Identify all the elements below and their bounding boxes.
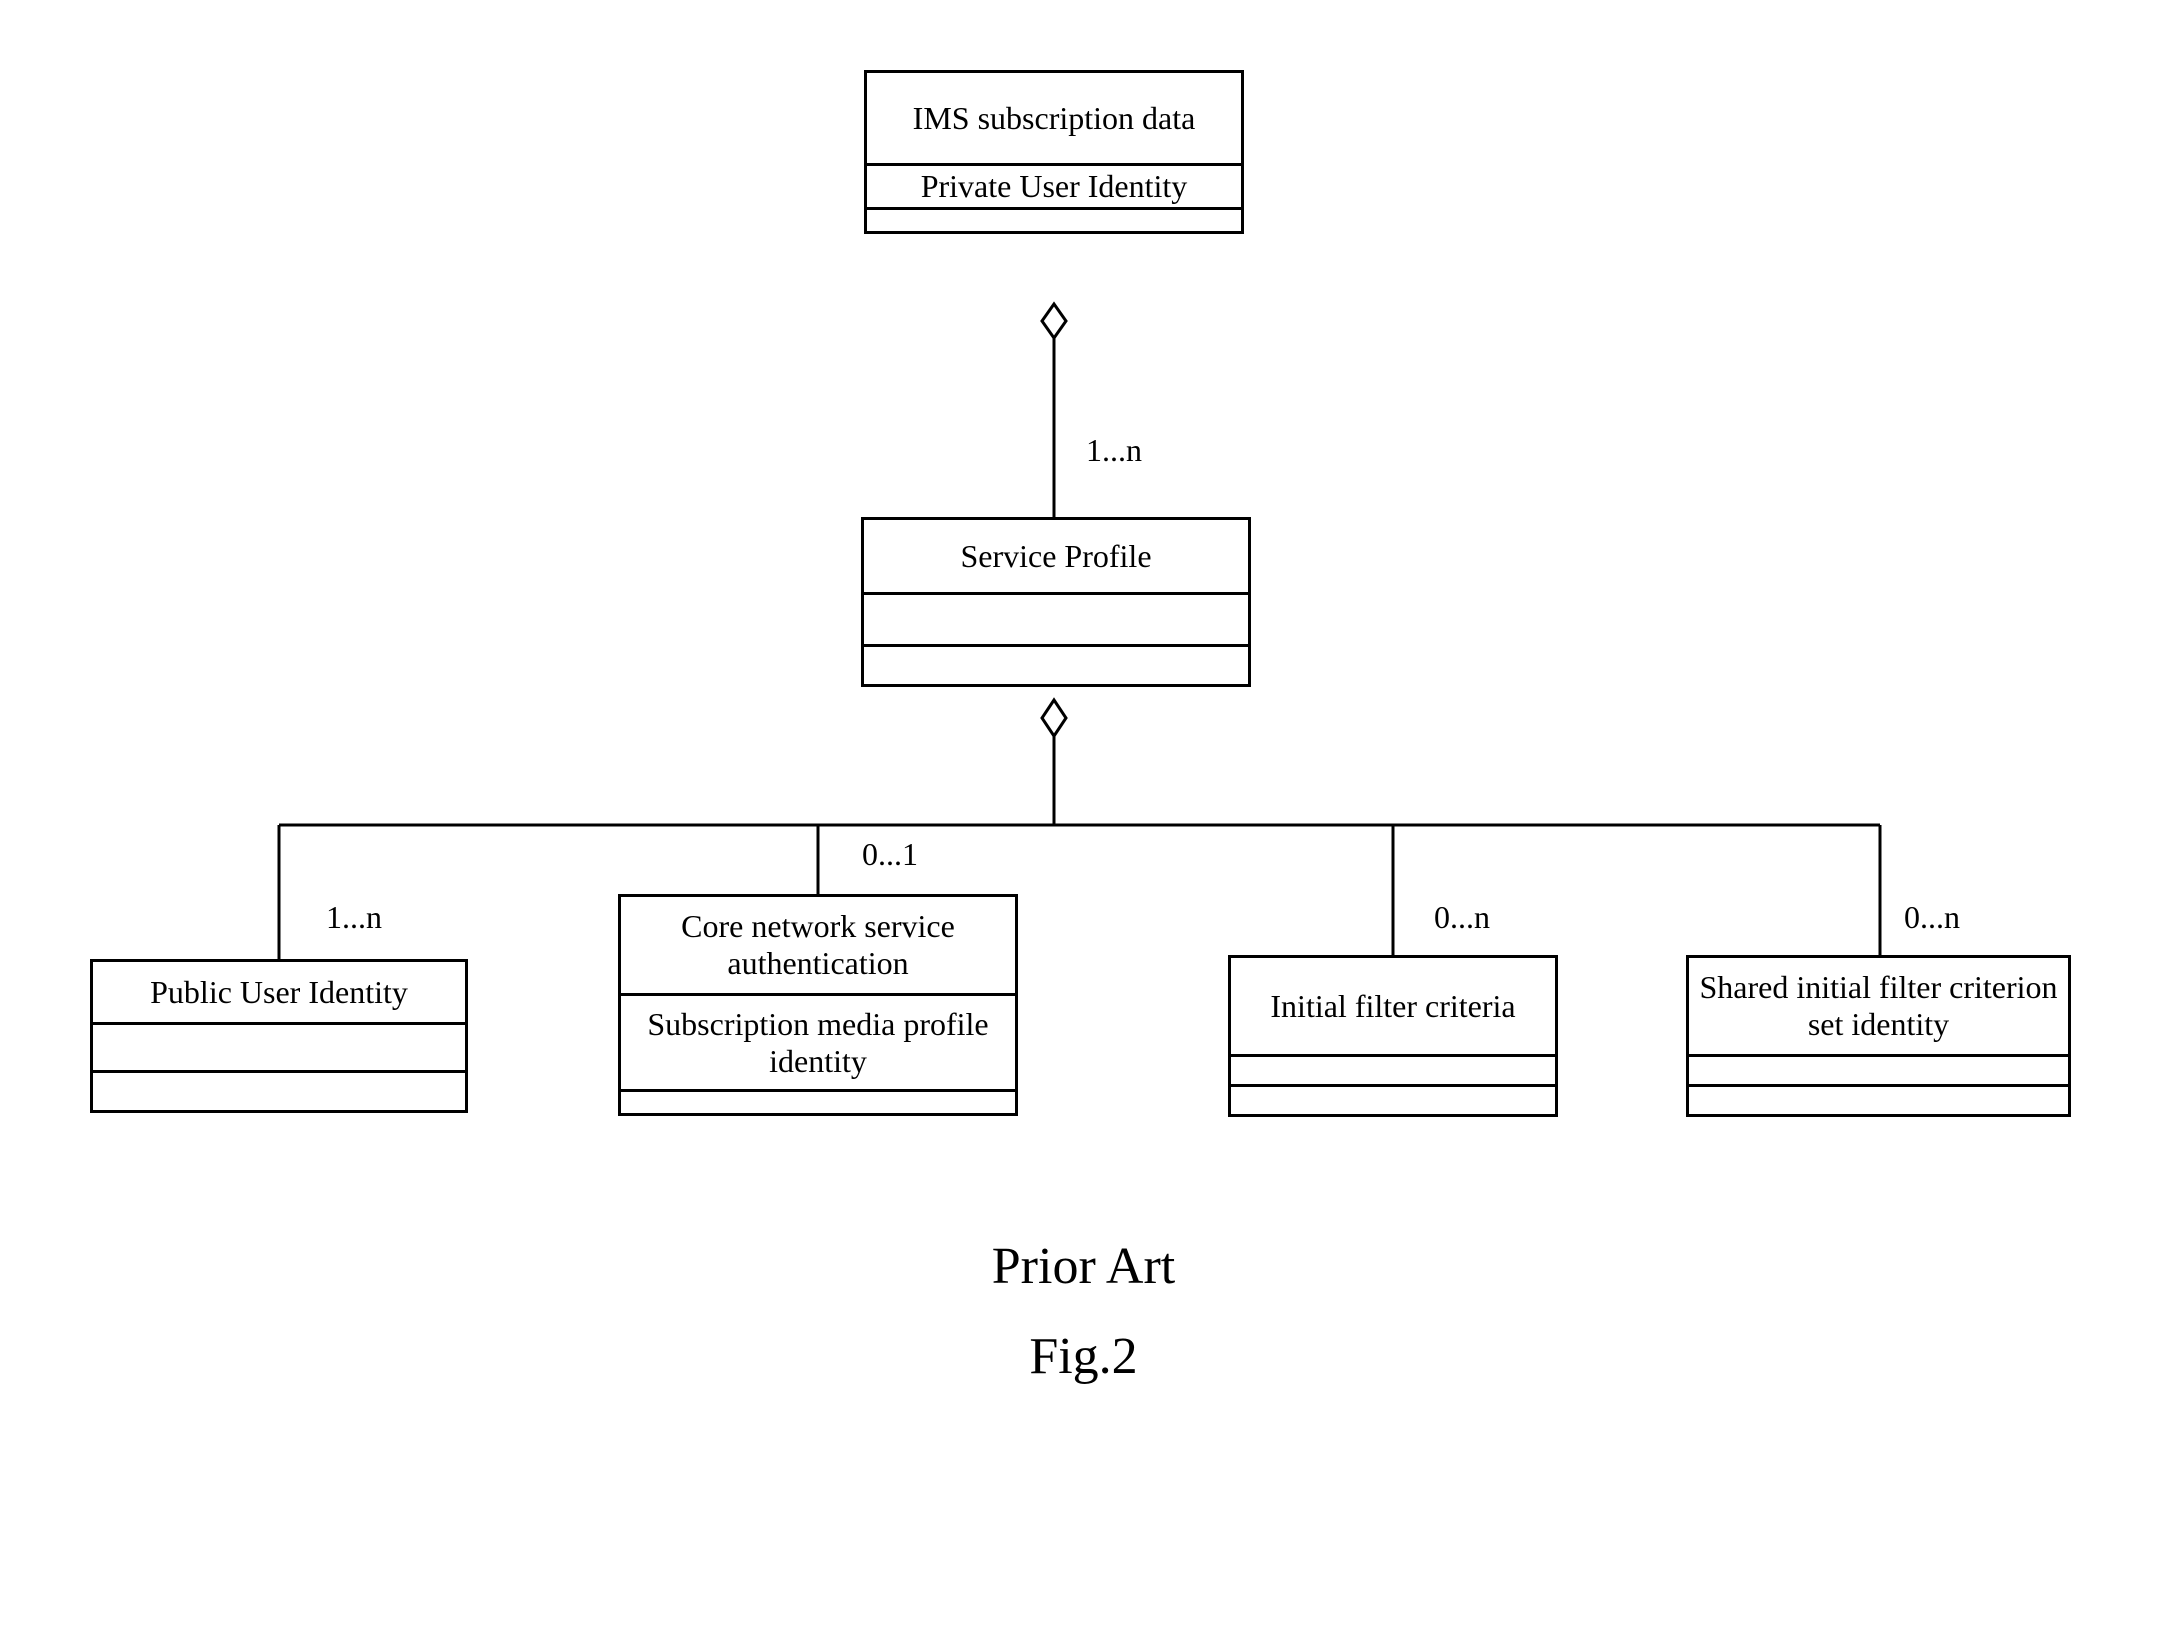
uml-class-title: Core network service authentication	[629, 908, 1007, 982]
uml-class-title: IMS subscription data	[913, 100, 1196, 137]
uml-class-ims: IMS subscription data Private User Ident…	[864, 70, 1244, 234]
multiplicity-label: 0...n	[1430, 899, 1494, 936]
multiplicity-label: 0...1	[858, 836, 922, 873]
uml-class-title: Shared initial filter criterion set iden…	[1697, 969, 2060, 1043]
caption-prior-art: Prior Art	[0, 1237, 2167, 1296]
multiplicity-label: 1...n	[322, 899, 386, 936]
multiplicity-label: 0...n	[1900, 899, 1964, 936]
uml-class-service-profile: Service Profile	[861, 517, 1251, 687]
caption-figure-number: Fig.2	[0, 1327, 2167, 1386]
uml-class-title: Service Profile	[960, 538, 1151, 575]
multiplicity-label: 1...n	[1082, 432, 1146, 469]
uml-class-public-user-identity: Public User Identity	[90, 959, 468, 1113]
uml-attribute: Private User Identity	[921, 168, 1188, 205]
uml-class-shared-ifc-set-identity: Shared initial filter criterion set iden…	[1686, 955, 2071, 1117]
uml-class-title: Initial filter criteria	[1270, 988, 1515, 1025]
uml-class-initial-filter-criteria: Initial filter criteria	[1228, 955, 1558, 1117]
uml-class-title: Public User Identity	[150, 974, 408, 1011]
uml-attribute: Subscription media profile identity	[629, 1006, 1007, 1080]
uml-class-core-network-service-auth: Core network service authentication Subs…	[618, 894, 1018, 1116]
connector-lines	[0, 0, 2167, 1651]
